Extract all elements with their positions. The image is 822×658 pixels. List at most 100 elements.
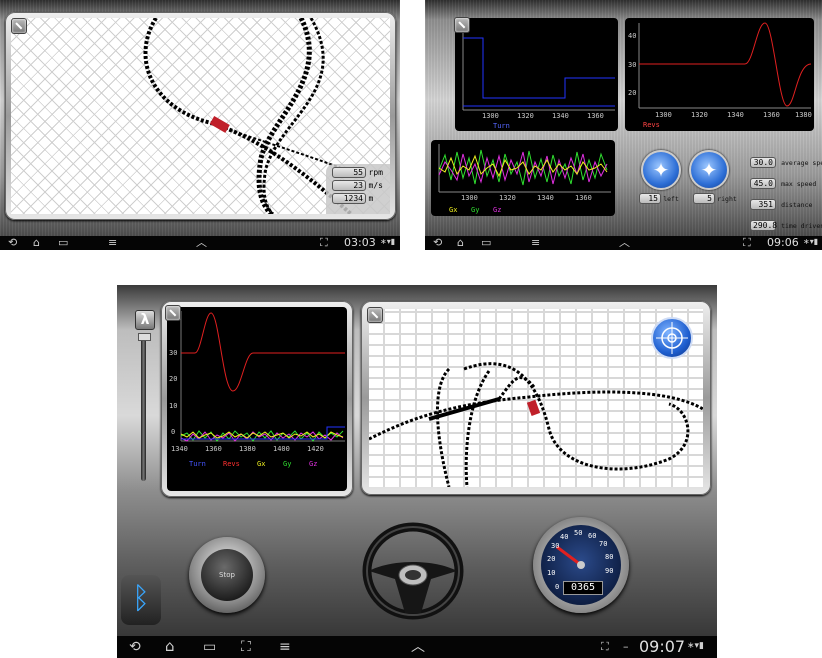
legend-entry: Turn <box>493 122 510 130</box>
rpm-value: 55 <box>332 167 366 178</box>
speedometer: 0 10 20 30 40 50 60 70 80 90 0365 <box>533 517 629 613</box>
home-icon[interactable]: ⌂ <box>33 237 40 248</box>
bluetooth-button[interactable]: ᛒ <box>121 575 161 625</box>
stats-panel: 30.0 average speed 45.0 max speed 351 di… <box>750 150 822 232</box>
screenshot-dashboard-view: λ 30 20 10 0 1340 1360 1380 1400 1420 Tu… <box>117 285 717 658</box>
speed-tick: 0 <box>555 583 560 591</box>
speed-tick: 50 <box>574 529 583 537</box>
status-clock: 03:03 <box>344 236 376 249</box>
stop-button-cap[interactable]: Stop <box>201 549 253 601</box>
revs-chart-plot <box>638 22 812 109</box>
screenshot-icon[interactable]: ⛶ <box>320 237 328 248</box>
expand-icon[interactable] <box>454 17 470 33</box>
y-tick: 0 <box>171 428 176 436</box>
sensor-chart: 30 20 10 0 1340 1360 1380 1400 1420 Turn… <box>167 307 347 491</box>
menu-icon[interactable]: ≡ <box>531 237 540 248</box>
lambda-button[interactable]: λ <box>135 310 155 330</box>
slider-thumb[interactable] <box>138 333 151 341</box>
x-tick: 1340 <box>537 194 554 202</box>
left-turn-label: left <box>663 195 679 203</box>
legend-gy: Gy <box>283 460 292 468</box>
stat-value: 351 <box>750 199 776 210</box>
legend-turn: Turn <box>189 460 206 468</box>
steering-wheel-icon[interactable] <box>361 521 465 621</box>
stat-row: 290.8 time driven <box>750 213 822 232</box>
legend-gz: Gz <box>493 206 502 214</box>
crosshair-icon <box>656 322 688 354</box>
back-icon[interactable]: ⟲ <box>129 640 141 654</box>
left-compass-icon <box>641 150 681 190</box>
legend-revs: Revs <box>223 460 240 468</box>
home-icon[interactable]: ⌂ <box>165 639 175 654</box>
readout-panel: 55 rpm 23 m/s 1234 m <box>326 164 390 214</box>
y-tick: 20 <box>169 375 178 383</box>
back-icon[interactable]: ⟲ <box>8 237 17 248</box>
stat-label: time driven <box>781 222 822 230</box>
menu-icon[interactable]: ≡ <box>279 640 291 654</box>
speed-tick: 80 <box>605 553 614 561</box>
left-turn-value: 15 <box>639 193 661 204</box>
stat-label: max speed <box>781 180 817 188</box>
readout-rpm: 55 rpm <box>332 167 387 178</box>
chevron-up-icon[interactable]: ︿ <box>196 237 207 248</box>
speedometer-dial: 0 10 20 30 40 50 60 70 80 90 0365 <box>541 525 621 605</box>
stat-row: 30.0 average speed <box>750 150 822 169</box>
speed-unit: m/s <box>368 181 383 190</box>
distance-value: 1234 <box>332 193 366 204</box>
recent-apps-icon[interactable]: ▭ <box>481 237 491 248</box>
track-frame: 55 rpm 23 m/s 1234 m <box>5 12 396 220</box>
speed-tick: 90 <box>605 567 614 575</box>
x-tick: 1340 <box>171 445 188 453</box>
speed-value: 23 <box>332 180 366 191</box>
x-tick: 1300 <box>655 111 672 119</box>
crosshair-button[interactable] <box>651 317 693 359</box>
nav-bar: ⟲ ⌂ ▭ ≡ ︿ ⛶ 09:06 ∗▾▮ <box>425 236 822 250</box>
y-tick: 30 <box>628 61 637 69</box>
x-tick: 1320 <box>691 111 708 119</box>
stop-button[interactable]: Stop <box>189 537 265 613</box>
recent-apps-icon[interactable]: ▭ <box>203 640 216 654</box>
status-clock: 09:06 <box>767 236 799 249</box>
x-tick: 1340 <box>727 111 744 119</box>
track-map[interactable] <box>369 309 703 487</box>
home-icon[interactable]: ⌂ <box>457 237 464 248</box>
nav-bar: ⟲ ⌂ ▭ ≡ ︿ ⛶ 03:03 ∗▾▮ <box>0 236 400 250</box>
rpm-unit: rpm <box>368 168 383 177</box>
lambda-slider[interactable] <box>138 333 151 481</box>
stat-row: 45.0 max speed <box>750 171 822 190</box>
minimize-icon[interactable]: – <box>623 641 629 652</box>
stat-label: average speed <box>781 159 822 167</box>
chevron-up-icon[interactable]: ︿ <box>411 640 425 654</box>
stat-value: 290.8 <box>750 220 777 231</box>
screenshot-icon[interactable]: ⛶ <box>241 640 251 654</box>
speed-tick: 60 <box>588 532 597 540</box>
readout-distance: 1234 m <box>332 193 387 204</box>
sensor-chart-frame: 30 20 10 0 1340 1360 1380 1400 1420 Turn… <box>161 301 353 497</box>
legend-gz: Gz <box>309 460 318 468</box>
left-turn-readout: 15 left <box>639 193 679 204</box>
right-turn-label: right <box>717 195 737 203</box>
expand-icon[interactable] <box>165 305 181 321</box>
y-tick: 30 <box>169 349 178 357</box>
chevron-up-icon[interactable]: ︿ <box>619 237 630 248</box>
x-tick: 1360 <box>205 445 222 453</box>
legend-gx: Gx <box>257 460 266 468</box>
stat-value: 30.0 <box>750 157 776 168</box>
status-icons: ∗▾▮ <box>687 641 705 651</box>
stat-row: 351 distance <box>750 192 822 211</box>
turn-chart: 1300 1320 1340 1360 Turn <box>455 18 618 131</box>
odometer: 0365 <box>563 581 603 595</box>
expand-icon[interactable] <box>11 18 27 34</box>
y-tick: 40 <box>628 32 637 40</box>
back-icon[interactable]: ⟲ <box>433 237 442 248</box>
x-tick: 1360 <box>763 111 780 119</box>
nav-bar: ⟲ ⌂ ▭ ⛶ ≡ ︿ ⛶ – 09:07 ∗▾▮ <box>117 636 717 658</box>
recent-apps-icon[interactable]: ▭ <box>58 237 68 248</box>
menu-icon[interactable]: ≡ <box>108 237 117 248</box>
fullscreen-icon[interactable]: ⛶ <box>601 641 609 652</box>
x-tick: 1420 <box>307 445 324 453</box>
x-tick: 1380 <box>239 445 256 453</box>
screenshot-icon[interactable]: ⛶ <box>743 237 751 248</box>
expand-icon[interactable] <box>367 307 383 323</box>
g-force-chart: 1300 1320 1340 1360 Gx Gy Gz <box>431 140 615 216</box>
